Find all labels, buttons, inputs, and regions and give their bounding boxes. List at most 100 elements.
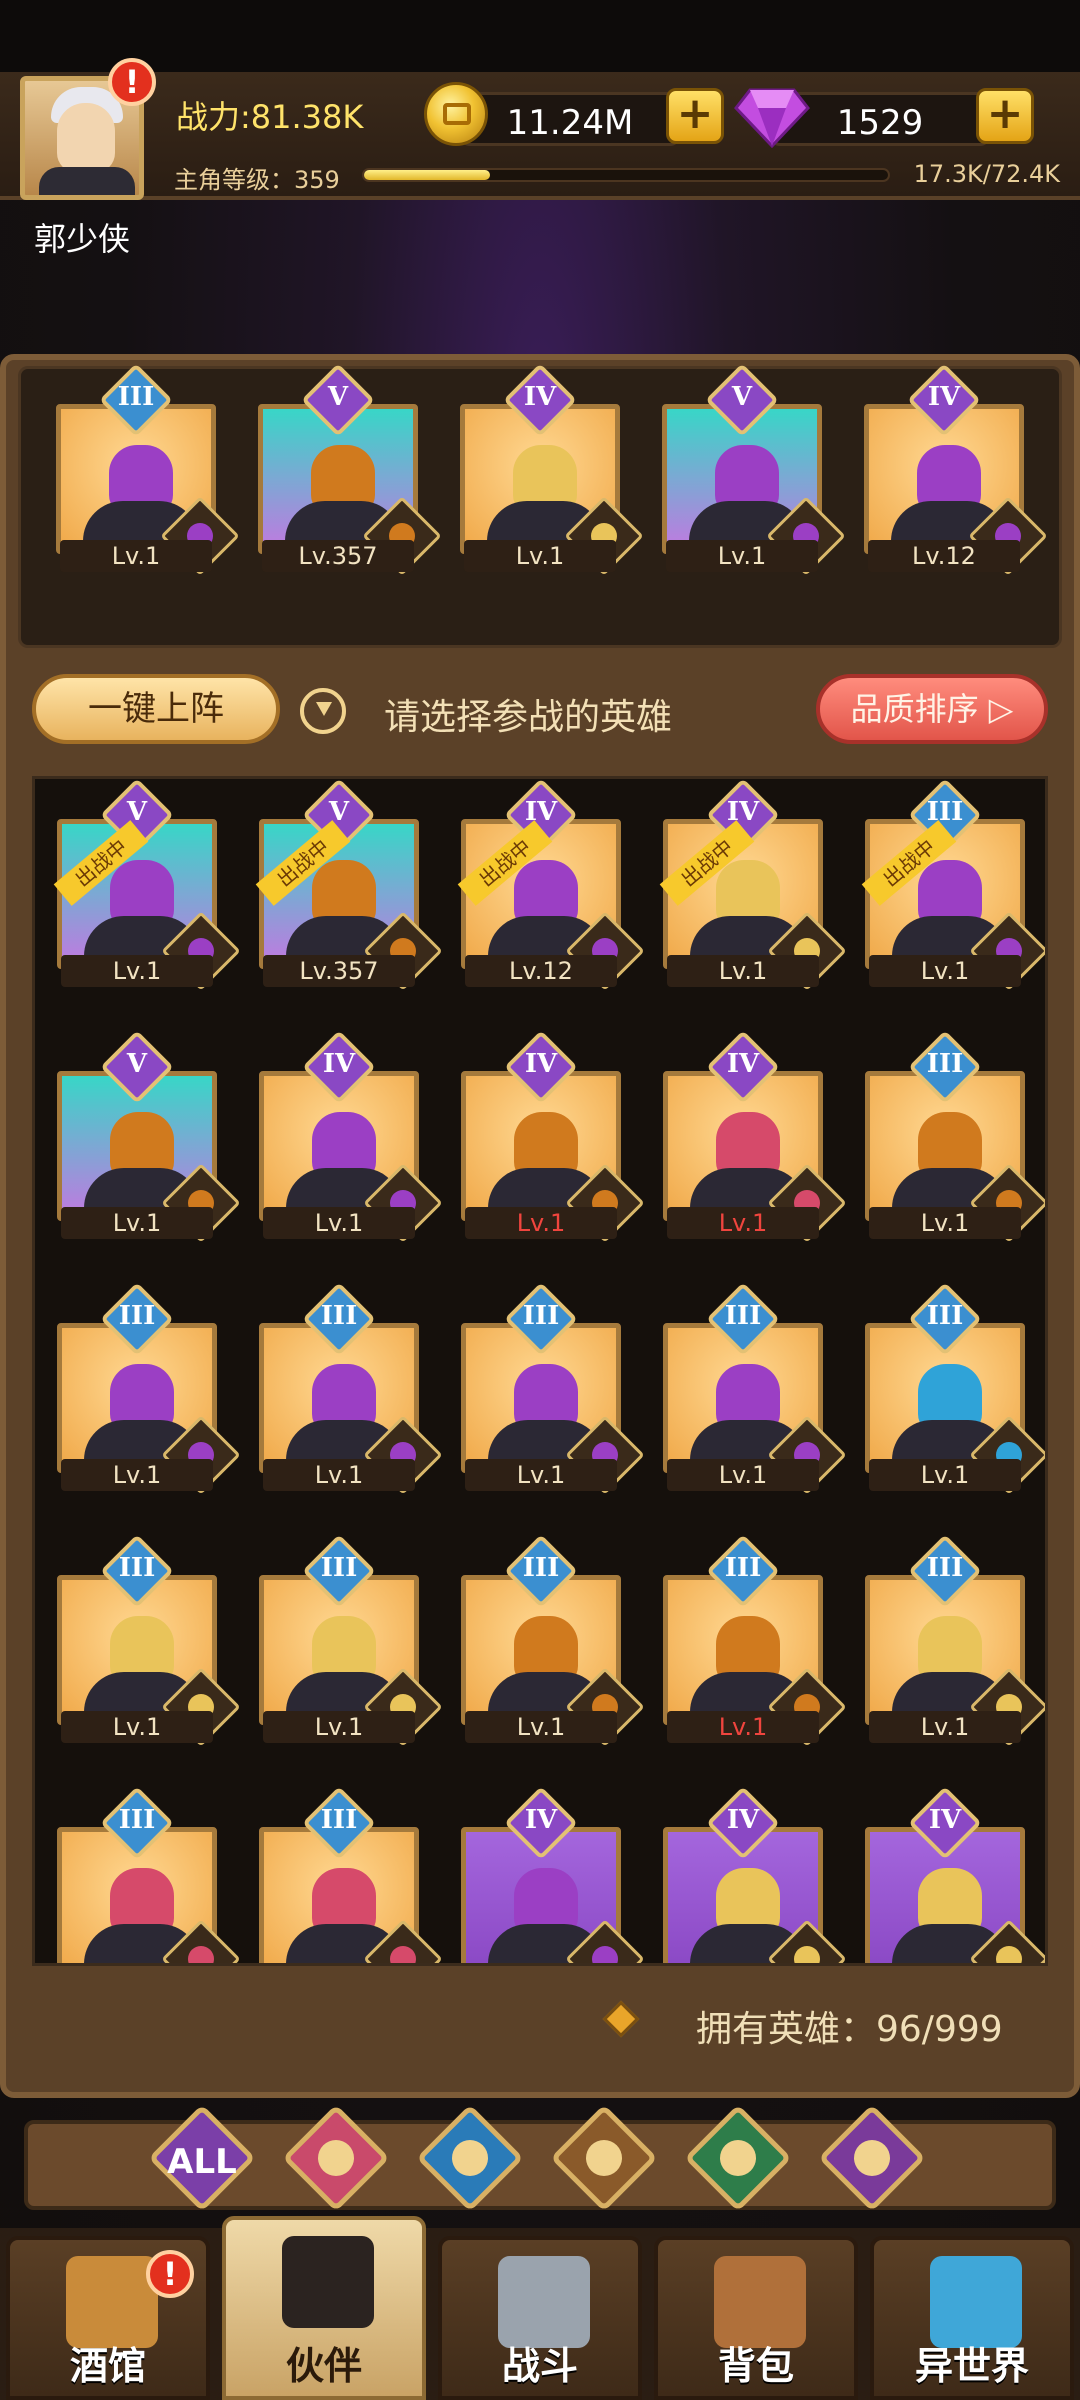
rank-label: III (724, 1301, 762, 1331)
hero-card[interactable]: III (57, 1783, 241, 1963)
hero-level: Lv.12 (868, 540, 1020, 572)
rank-label: III (117, 382, 155, 412)
rank-badge-icon: IV (504, 1786, 578, 1860)
hero-level: Lv.1 (465, 1207, 617, 1239)
filter-all-button[interactable]: ALL (148, 2104, 256, 2212)
hero-level: Lv.1 (464, 540, 616, 572)
nav-backpack[interactable]: 背包 (654, 2236, 858, 2400)
hero-card[interactable]: III Lv.1 (259, 1279, 443, 1495)
avatar-body (39, 167, 135, 195)
nav-portal[interactable]: 异世界 (870, 2236, 1074, 2400)
hero-card[interactable]: III Lv.1 (57, 1279, 241, 1495)
lineup-slot-card[interactable]: V Lv.1 (662, 360, 846, 576)
filter-demon-faction-button[interactable] (818, 2104, 926, 2212)
hero-card[interactable]: V Lv.1 (57, 1027, 241, 1243)
rank-badge-icon: III (100, 1282, 174, 1356)
lineup-slot-card[interactable]: V Lv.357 (258, 360, 442, 576)
rank-badge-icon: III (302, 1282, 376, 1356)
hero-level: Lv.1 (60, 540, 212, 572)
rank-label: V (327, 382, 349, 412)
hero-level: Lv.1 (61, 955, 213, 987)
hero-level: Lv.1 (61, 1459, 213, 1491)
lineup-slot-card[interactable]: IV Lv.12 (864, 360, 1048, 576)
rank-label: IV (322, 1049, 356, 1079)
xp-text: 17.3K/72.4K (913, 160, 1060, 188)
rank-badge-icon: III (100, 1534, 174, 1608)
rank-label: IV (524, 797, 558, 827)
filter-elf-faction-button[interactable] (684, 2104, 792, 2212)
xp-bar (362, 168, 890, 182)
rank-label: IV (726, 797, 760, 827)
hero-card[interactable]: III Lv.1 (461, 1279, 645, 1495)
rank-badge-icon: III (706, 1534, 780, 1608)
hero-card[interactable]: IV Lv.1 出战中 (659, 779, 847, 991)
nav-label: 背包 (717, 2344, 794, 2388)
hero-card[interactable]: III Lv.1 (865, 1531, 1045, 1747)
nav-partner[interactable]: 伙伴 (222, 2216, 426, 2400)
quality-sort-button[interactable]: 品质排序 ▷ (816, 674, 1048, 744)
hero-card[interactable]: III Lv.1 (865, 1279, 1045, 1495)
combat-power: 战力:81.38K (176, 98, 364, 136)
add-gem-button[interactable]: + (976, 88, 1034, 144)
nav-tavern[interactable]: 酒馆! (6, 2236, 210, 2400)
hero-card[interactable]: IV (865, 1783, 1045, 1963)
rank-badge-icon: IV (706, 1030, 780, 1104)
hero-card[interactable]: IV (461, 1783, 645, 1963)
hero-level: Lv.1 (263, 1207, 415, 1239)
rank-label: III (926, 1553, 964, 1583)
hero-card[interactable]: III Lv.1 出战中 (861, 779, 1045, 991)
one-click-deploy-button[interactable]: 一键上阵 (32, 674, 280, 744)
hero-card[interactable]: IV Lv.1 (461, 1027, 645, 1243)
filter-emblem (720, 2140, 756, 2176)
player-name: 郭少侠 (34, 220, 131, 258)
avatar-alert-icon: ! (108, 58, 156, 106)
rank-badge-icon: V (705, 363, 779, 437)
hero-card[interactable]: III Lv.1 (461, 1531, 645, 1747)
rank-label: IV (928, 1805, 962, 1835)
nav-label: 酒馆 (69, 2344, 146, 2388)
rank-badge-icon: III (504, 1534, 578, 1608)
hero-card[interactable]: IV Lv.12 出战中 (457, 779, 645, 991)
filter-label: ALL (167, 2142, 237, 2182)
rank-badge-icon: III (908, 1282, 982, 1356)
hero-card[interactable]: III Lv.1 (663, 1279, 847, 1495)
rank-badge-icon: IV (503, 363, 577, 437)
add-gold-button[interactable]: + (666, 88, 724, 144)
lineup-slot-card[interactable]: III Lv.1 (56, 360, 240, 576)
hero-level: Lv.357 (262, 540, 414, 572)
hero-card[interactable]: III (259, 1783, 443, 1963)
hero-level: Lv.1 (869, 955, 1021, 987)
hero-card[interactable]: V Lv.1 出战中 (53, 779, 241, 991)
hero-card[interactable]: III Lv.1 (57, 1531, 241, 1747)
rank-badge-icon: IV (504, 1030, 578, 1104)
hero-card[interactable]: V Lv.357 出战中 (255, 779, 443, 991)
rank-label: III (926, 797, 964, 827)
hero-card[interactable]: III Lv.1 (865, 1027, 1045, 1243)
hero-card[interactable]: III Lv.1 (663, 1531, 847, 1747)
lineup-slot-card[interactable]: IV Lv.1 (460, 360, 644, 576)
hero-card[interactable]: IV (663, 1783, 847, 1963)
gem-icon (734, 88, 810, 148)
arrow-down-icon (300, 688, 346, 734)
selection-bar: 一键上阵 请选择参战的英雄 品质排序 ▷ (18, 664, 1062, 760)
nav-battle[interactable]: 战斗 (438, 2236, 642, 2400)
gold-coin-icon (424, 82, 488, 146)
nav-label: 战斗 (501, 2344, 578, 2388)
hero-grid[interactable]: V Lv.1出战中 V Lv.357出战中 IV Lv.12出战中 IV (32, 776, 1048, 1966)
xp-bar-fill (364, 170, 490, 180)
hero-level: Lv.12 (465, 955, 617, 987)
hero-level: Lv.1 (869, 1207, 1021, 1239)
hero-card[interactable]: IV Lv.1 (663, 1027, 847, 1243)
select-hint: 请选择参战的英雄 (384, 697, 673, 738)
rank-badge-icon: III (706, 1282, 780, 1356)
rank-label: III (118, 1301, 156, 1331)
rank-badge-icon: III (302, 1534, 376, 1608)
avatar-face (57, 103, 115, 173)
hero-level: Lv.1 (869, 1711, 1021, 1743)
hero-card[interactable]: III Lv.1 (259, 1531, 443, 1747)
rank-label: IV (524, 1049, 558, 1079)
filter-lion-faction-button[interactable] (550, 2104, 658, 2212)
filter-sea-faction-button[interactable] (416, 2104, 524, 2212)
filter-holy-faction-button[interactable] (282, 2104, 390, 2212)
hero-card[interactable]: IV Lv.1 (259, 1027, 443, 1243)
